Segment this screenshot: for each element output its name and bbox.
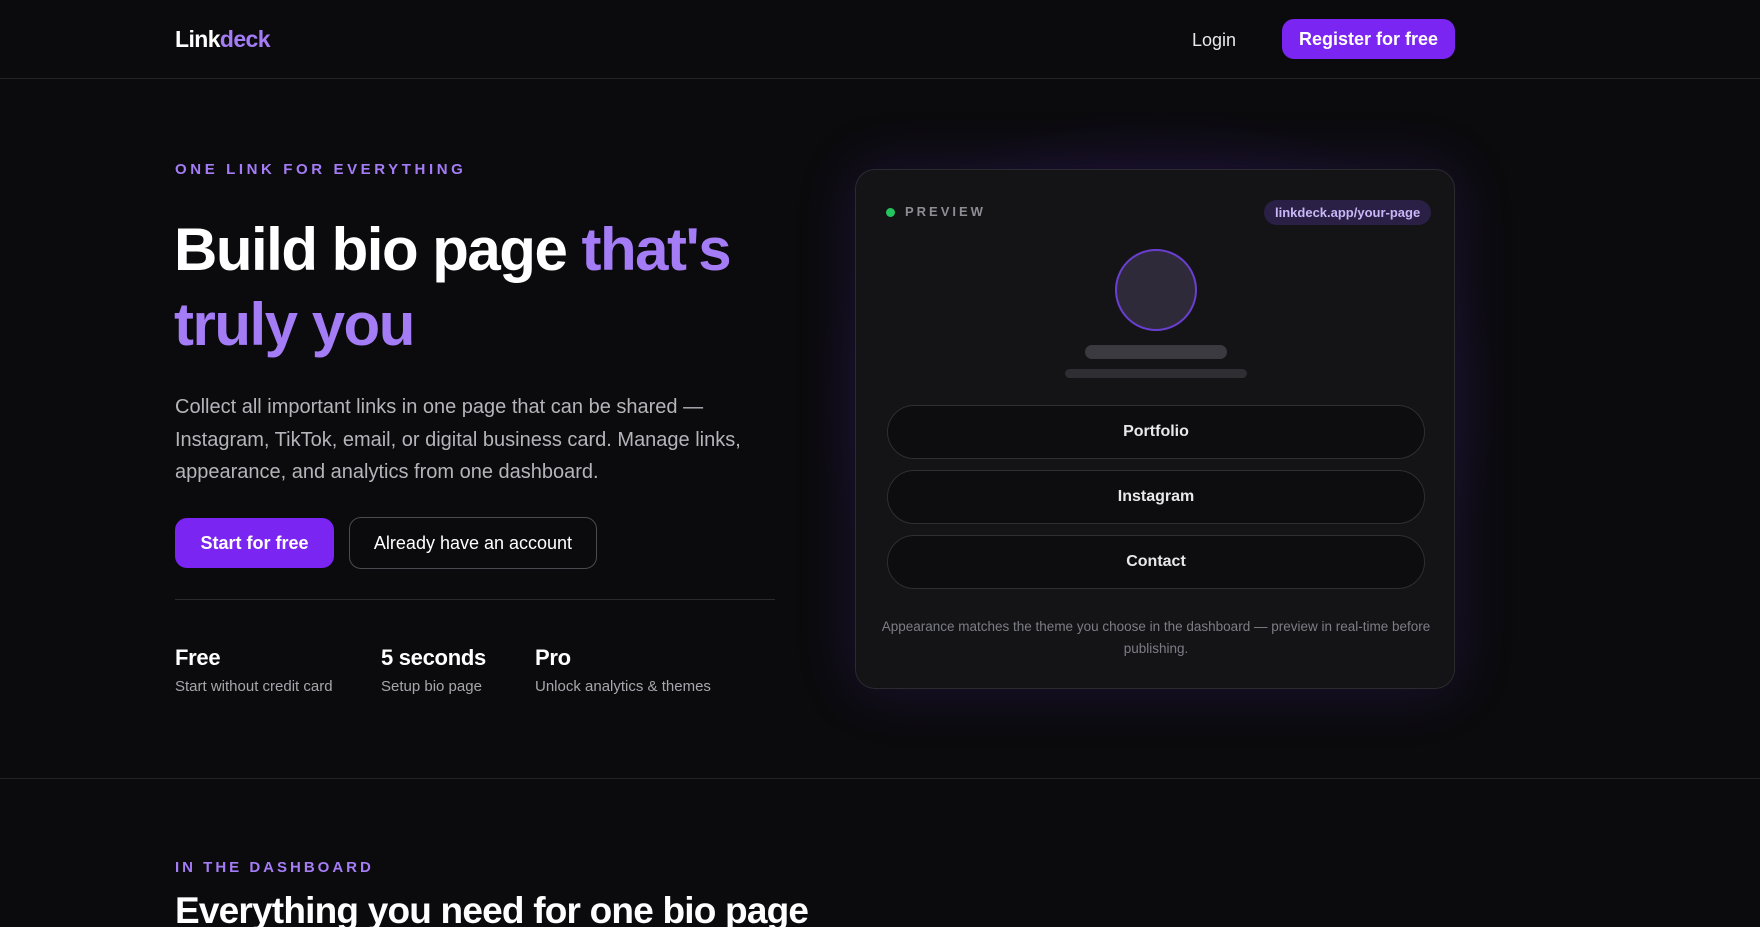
hero-headline-main: Build bio page — [174, 216, 582, 283]
stat-setup-time: 5 seconds Setup bio page — [381, 644, 486, 697]
stat-value: Pro — [535, 645, 571, 670]
preview-url-badge: linkdeck.app/your-page — [1264, 200, 1432, 225]
login-link[interactable]: Login — [1192, 26, 1236, 54]
stat-value: 5 seconds — [381, 645, 486, 670]
logo-text-primary: Link — [175, 26, 220, 52]
section-divider — [0, 778, 1760, 779]
name-skeleton — [1085, 345, 1227, 359]
register-button[interactable]: Register for free — [1282, 19, 1455, 59]
hero-headline: Build bio page that's truly you — [174, 212, 814, 362]
top-navbar: Linkdeck Login Register for free — [0, 0, 1760, 79]
stat-label: Unlock analytics & themes — [535, 678, 711, 695]
stat-label: Setup bio page — [381, 678, 482, 695]
hero-description: Collect all important links in one page … — [175, 396, 741, 483]
preview-link-instagram[interactable]: Instagram — [887, 470, 1425, 524]
preview-link-portfolio[interactable]: Portfolio — [887, 405, 1425, 459]
already-have-account-button[interactable]: Already have an account — [349, 517, 597, 569]
start-for-free-button[interactable]: Start for free — [175, 518, 334, 568]
stat-value: Free — [175, 645, 221, 670]
preview-label: PREVIEW — [905, 204, 986, 219]
logo-text-accent: deck — [219, 26, 271, 52]
stat-free: Free Start without credit card — [175, 644, 333, 697]
avatar-placeholder — [1115, 249, 1197, 331]
dashboard-headline: Everything you need for one bio page — [175, 890, 809, 927]
logo[interactable]: Linkdeck — [175, 24, 271, 54]
landing-page: Linkdeck Login Register for free ONE LIN… — [0, 0, 1760, 927]
dashboard-eyebrow: IN THE DASHBOARD — [175, 859, 374, 876]
stat-pro: Pro Unlock analytics & themes — [535, 644, 711, 697]
hero-eyebrow: ONE LINK FOR EVERYTHING — [175, 161, 467, 178]
preview-link-contact[interactable]: Contact — [887, 535, 1425, 589]
bio-skeleton — [1065, 369, 1247, 378]
stat-label: Start without credit card — [175, 678, 333, 695]
hero-divider — [175, 599, 775, 600]
preview-card: PREVIEW linkdeck.app/your-page Portfolio… — [855, 169, 1455, 689]
preview-note: Appearance matches the theme you choose … — [881, 619, 1431, 656]
live-status-dot — [886, 208, 895, 217]
